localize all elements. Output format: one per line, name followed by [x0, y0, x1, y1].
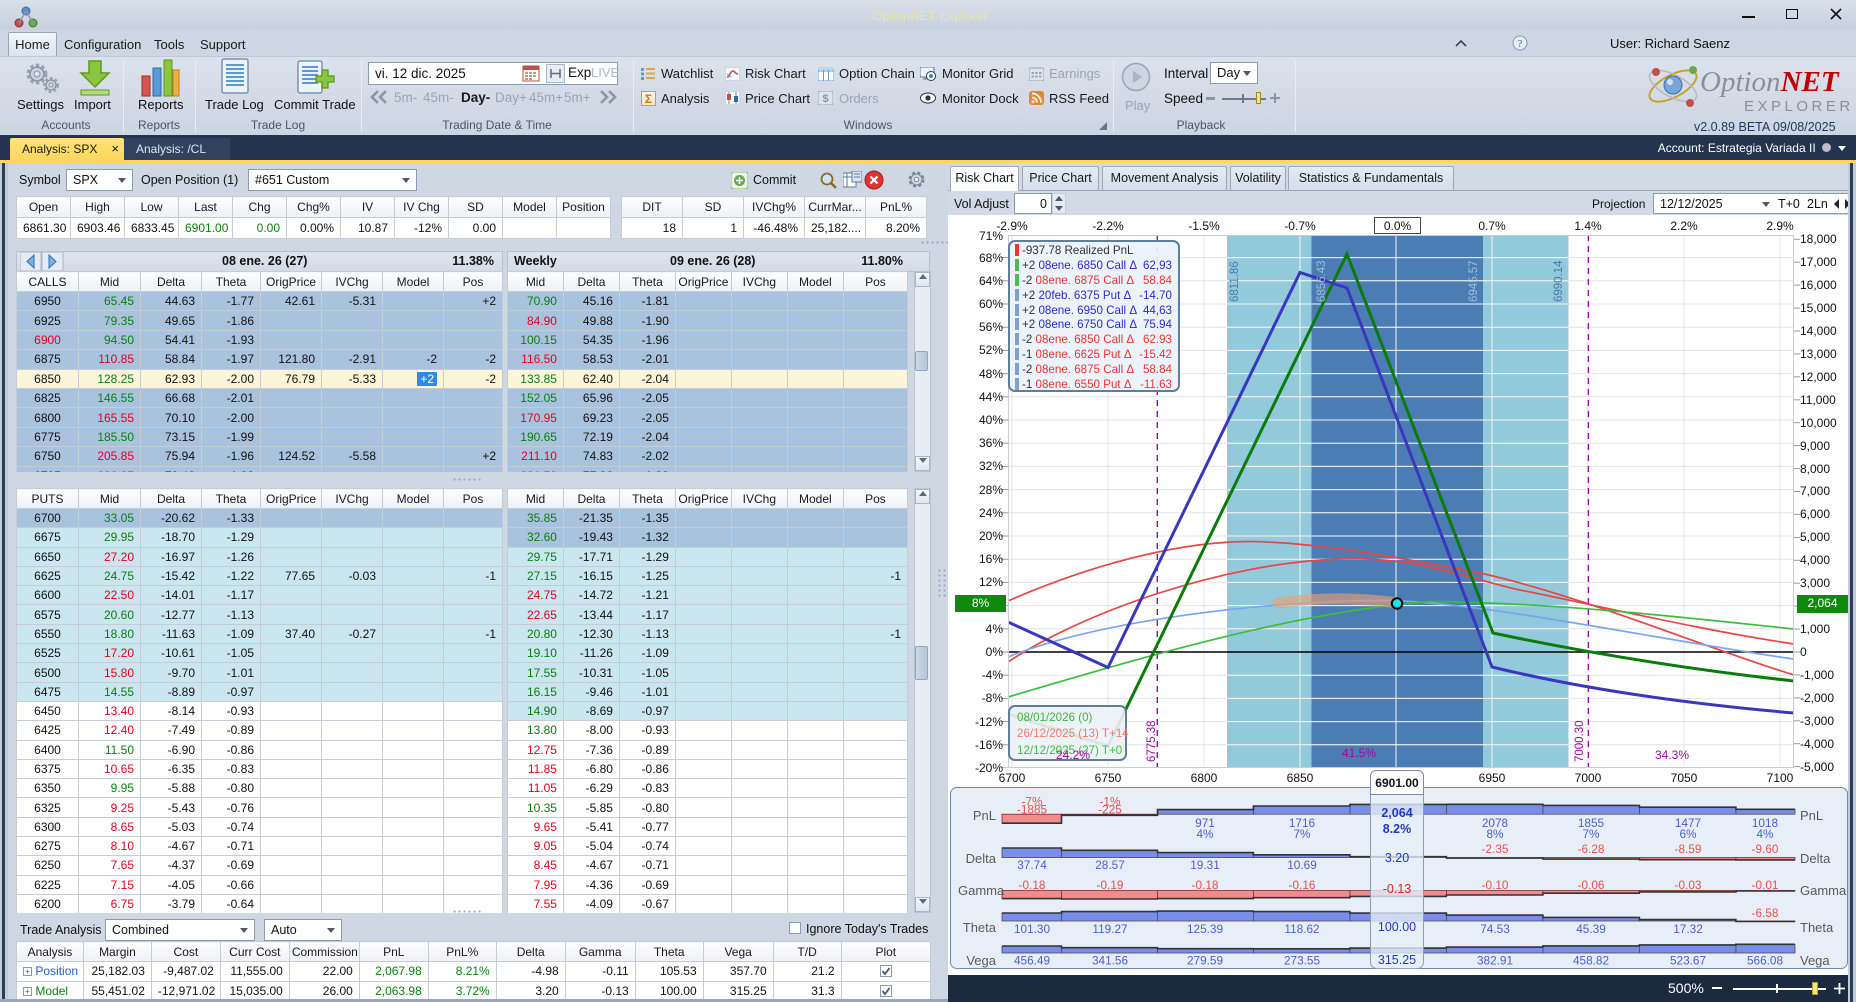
svg-text:-2.35: -2.35	[1482, 842, 1509, 856]
svg-text:74.53: 74.53	[1480, 922, 1510, 936]
svg-text:8%: 8%	[1486, 827, 1504, 841]
svg-text:37.74: 37.74	[1017, 858, 1047, 872]
svg-text:$: $	[822, 93, 828, 105]
svg-text:17.32: 17.32	[1673, 922, 1703, 936]
svg-text:125.39: 125.39	[1187, 922, 1223, 936]
svg-text:279.59: 279.59	[1187, 954, 1223, 968]
svg-text:101.30: 101.30	[1014, 922, 1051, 936]
svg-text:-1885: -1885	[1017, 803, 1048, 817]
svg-text:7%: 7%	[1293, 827, 1311, 841]
svg-text:-0.10: -0.10	[1482, 878, 1509, 892]
svg-text:-0.19: -0.19	[1097, 878, 1124, 892]
svg-text:-0.01: -0.01	[1752, 878, 1779, 892]
svg-text:-0.06: -0.06	[1578, 878, 1605, 892]
svg-text:119.27: 119.27	[1092, 922, 1127, 936]
svg-text:7%: 7%	[1582, 827, 1600, 841]
svg-text:?: ?	[1518, 38, 1523, 50]
svg-text:566.08: 566.08	[1747, 954, 1784, 968]
svg-text:10.69: 10.69	[1287, 858, 1317, 872]
svg-text:-225: -225	[1098, 803, 1122, 817]
svg-text:382.91: 382.91	[1477, 954, 1513, 968]
svg-text:-6.58: -6.58	[1752, 906, 1779, 920]
svg-text:-0.03: -0.03	[1675, 878, 1702, 892]
svg-text:-6.28: -6.28	[1578, 842, 1605, 856]
svg-text:523.67: 523.67	[1670, 954, 1706, 968]
svg-text:273.55: 273.55	[1284, 954, 1321, 968]
svg-text:341.56: 341.56	[1092, 954, 1129, 968]
svg-text:28.57: 28.57	[1095, 858, 1125, 872]
svg-text:6%: 6%	[1679, 827, 1697, 841]
svg-text:-0.16: -0.16	[1289, 878, 1316, 892]
svg-text:19.31: 19.31	[1190, 858, 1220, 872]
svg-text:456.49: 456.49	[1014, 954, 1050, 968]
svg-text:-0.18: -0.18	[1192, 878, 1219, 892]
svg-text:45.39: 45.39	[1576, 922, 1606, 936]
svg-text:4%: 4%	[1196, 827, 1214, 841]
svg-text:458.82: 458.82	[1573, 954, 1609, 968]
svg-text:-8.59: -8.59	[1675, 842, 1702, 856]
svg-text:118.62: 118.62	[1284, 922, 1319, 936]
svg-text:4%: 4%	[1756, 827, 1774, 841]
svg-text:-0.18: -0.18	[1019, 878, 1046, 892]
svg-text:-9.60: -9.60	[1752, 842, 1779, 856]
